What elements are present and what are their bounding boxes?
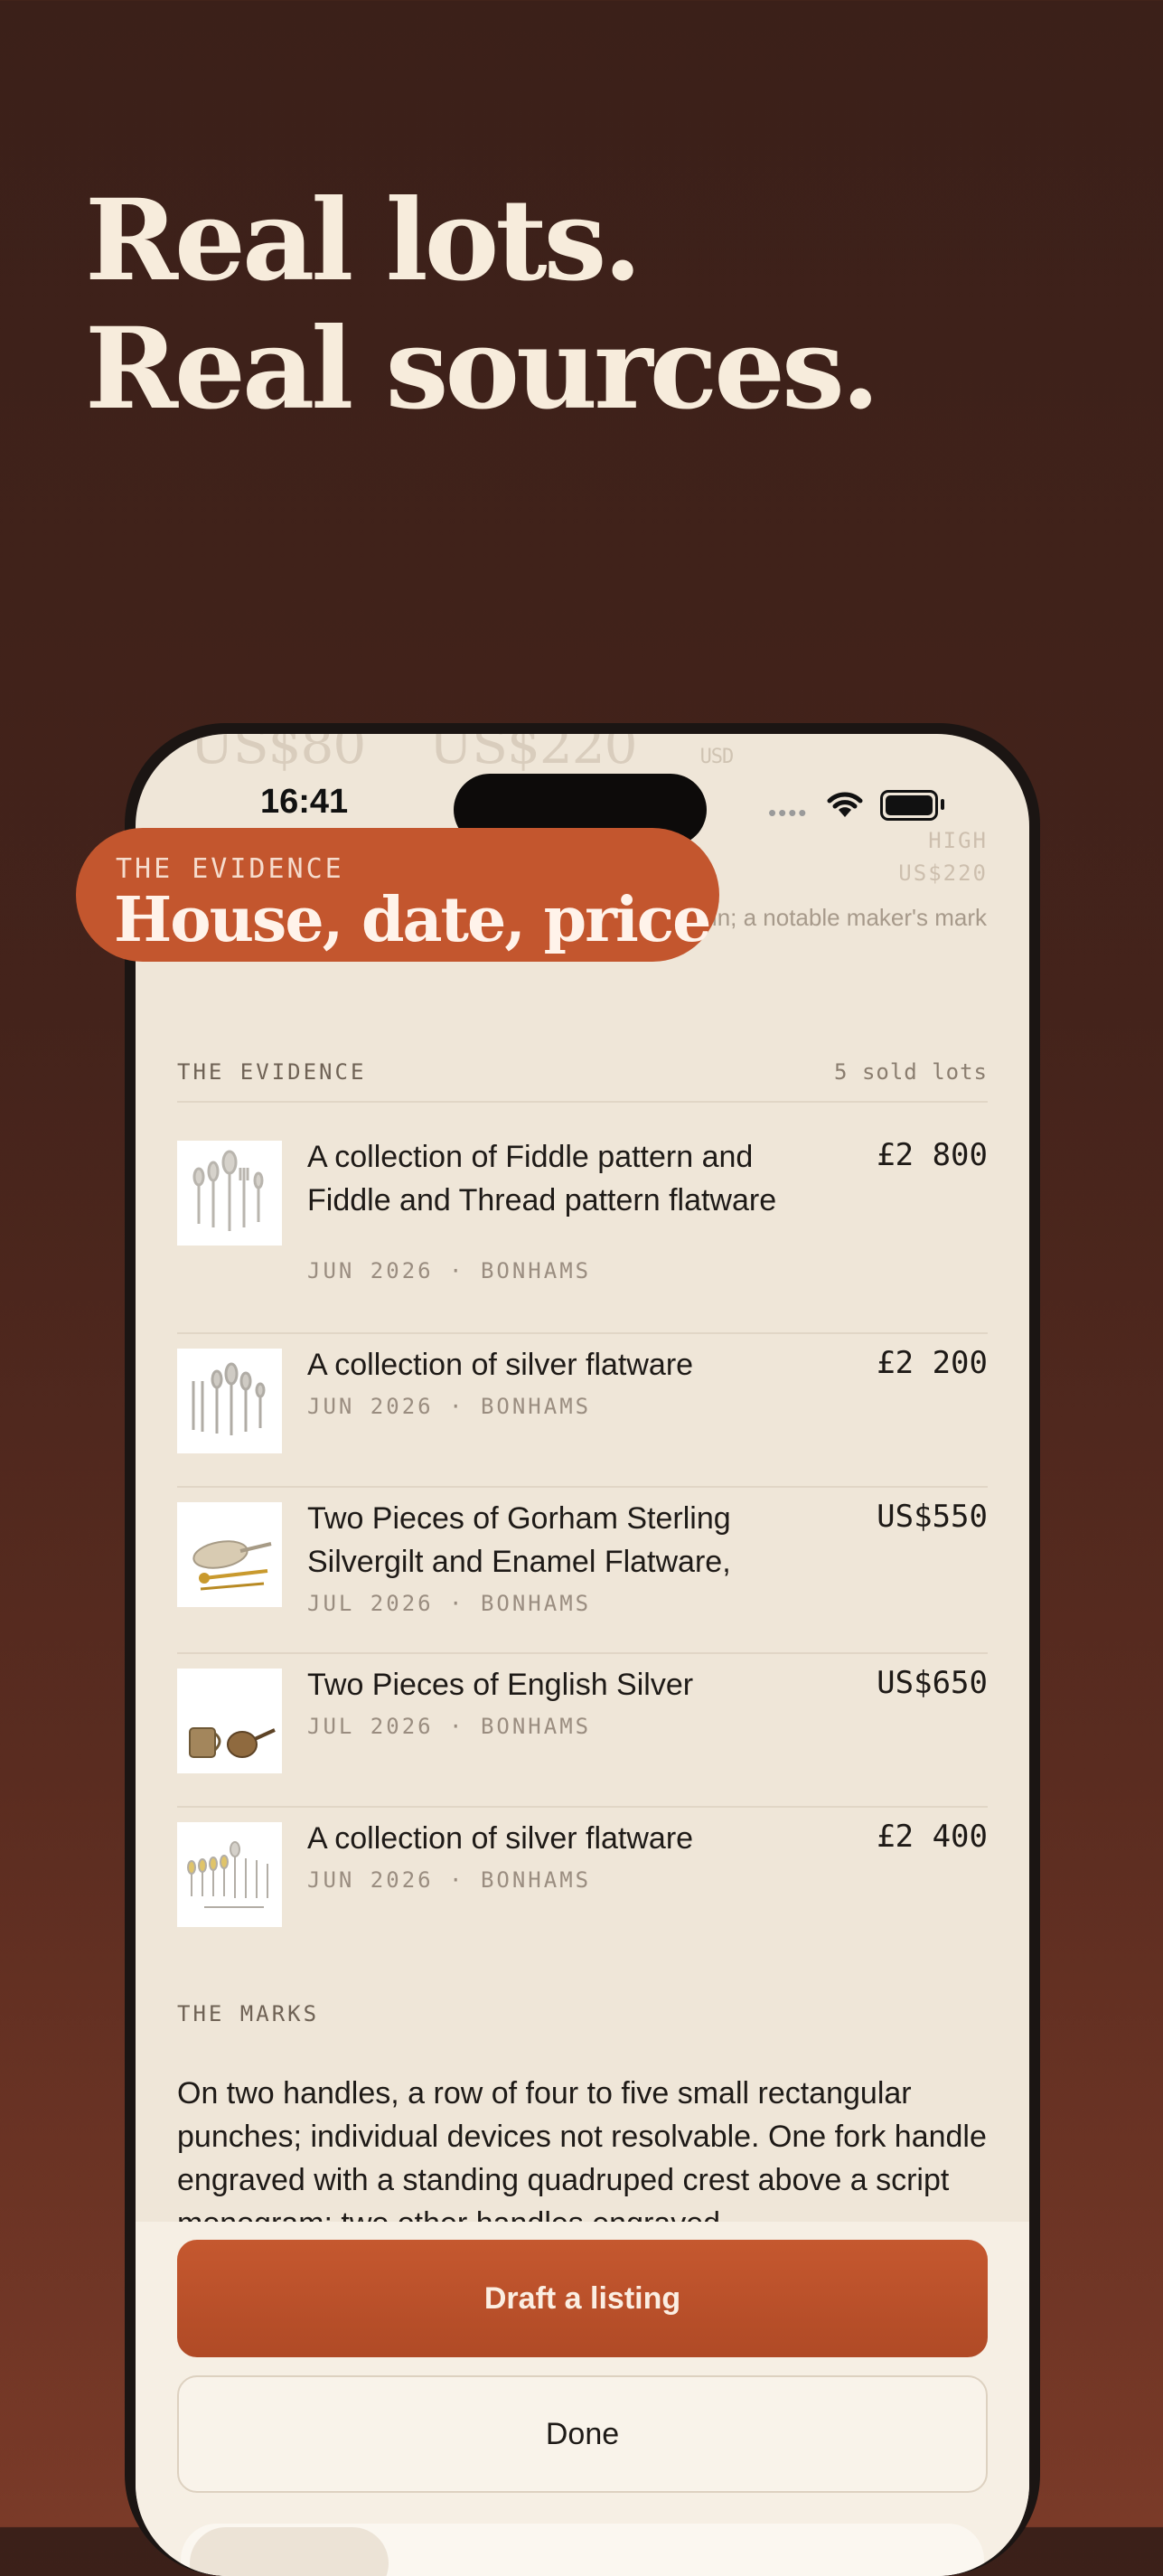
lot-price: US$650 bbox=[877, 1665, 988, 1701]
evidence-heading: THE EVIDENCE bbox=[177, 1059, 367, 1085]
lot-meta: JUN 2026 · BONHAMS bbox=[307, 1394, 592, 1419]
lot-row[interactable]: A collection of silver flatware JUN 2026… bbox=[177, 1345, 988, 1475]
estimate-high-block: HIGH US$220 bbox=[898, 824, 988, 889]
tab-bar bbox=[181, 2524, 984, 2576]
estimate-low: US$80 bbox=[190, 734, 366, 776]
cellular-signal-icon: •••• bbox=[768, 799, 809, 826]
divider bbox=[177, 1652, 988, 1654]
evidence-count: 5 sold lots bbox=[834, 1059, 988, 1085]
estimate-high-value: US$220 bbox=[898, 860, 988, 886]
wifi-icon bbox=[827, 792, 863, 817]
marks-description: On two handles, a row of four to five sm… bbox=[177, 2076, 987, 2241]
status-bar: 16:41 •••• bbox=[136, 774, 1029, 846]
marks-heading: THE MARKS bbox=[177, 2001, 320, 2026]
lot-price: £2 400 bbox=[877, 1819, 988, 1855]
phone-screen: US$80US$220USD 16:41 •••• HIGH US$220 …d… bbox=[136, 734, 1029, 2576]
done-button[interactable]: Done bbox=[177, 2375, 988, 2493]
phone-frame: US$80US$220USD 16:41 •••• HIGH US$220 …d… bbox=[125, 723, 1040, 2576]
marks-header: THE MARKS bbox=[177, 2001, 988, 2026]
action-panel: Draft a listing Done bbox=[136, 2222, 1029, 2576]
lot-meta: JUN 2026 · BONHAMS bbox=[307, 1867, 592, 1893]
lot-row[interactable]: A collection of Fiddle pattern and Fiddl… bbox=[177, 1137, 988, 1312]
lot-thumbnail bbox=[177, 1669, 282, 1773]
hero-headline: Real lots. Real sources. bbox=[85, 175, 880, 435]
badge-kicker: THE EVIDENCE bbox=[116, 853, 344, 885]
lot-thumbnail bbox=[177, 1502, 282, 1607]
lot-row[interactable]: A collection of silver flatware JUN 2026… bbox=[177, 1819, 988, 1949]
lot-title: A collection of silver flatware bbox=[307, 1348, 694, 1382]
status-time: 16:41 bbox=[260, 783, 349, 821]
tab-selected[interactable] bbox=[190, 2527, 389, 2576]
divider bbox=[177, 1101, 988, 1103]
lot-title: A collection of silver flatware bbox=[307, 1821, 694, 1856]
divider bbox=[177, 1806, 988, 1808]
divider bbox=[177, 1332, 988, 1334]
headline-line-1: Real lots. bbox=[85, 175, 642, 306]
evidence-callout-badge: THE EVIDENCE House, date, price bbox=[76, 828, 719, 962]
estimate-high-large: US$220 bbox=[428, 734, 637, 776]
lot-meta: JUL 2026 · BONHAMS bbox=[307, 1591, 592, 1616]
lot-thumbnail bbox=[177, 1349, 282, 1453]
divider bbox=[177, 1486, 988, 1488]
lot-price: £2 200 bbox=[877, 1345, 988, 1381]
lot-title: Two Pieces of Gorham Sterling Silvergilt… bbox=[307, 1501, 731, 1579]
lot-price: US$550 bbox=[877, 1499, 988, 1535]
battery-cap bbox=[941, 799, 944, 810]
lot-title: Two Pieces of English Silver bbox=[307, 1668, 694, 1702]
draft-listing-button[interactable]: Draft a listing bbox=[177, 2240, 988, 2357]
lot-price: £2 800 bbox=[877, 1137, 988, 1173]
lot-meta: JUL 2026 · BONHAMS bbox=[307, 1714, 592, 1739]
lot-title: A collection of Fiddle pattern and Fiddl… bbox=[307, 1140, 777, 1217]
lot-row[interactable]: Two Pieces of English Silver JUL 2026 · … bbox=[177, 1665, 988, 1795]
estimate-high-label: HIGH bbox=[928, 828, 988, 853]
lot-thumbnail bbox=[177, 1141, 282, 1246]
lot-thumbnail bbox=[177, 1822, 282, 1927]
lot-row[interactable]: Two Pieces of Gorham Sterling Silvergilt… bbox=[177, 1499, 988, 1647]
lot-meta: JUN 2026 · BONHAMS bbox=[307, 1258, 592, 1283]
estimate-range-ghost: US$80 US$220 USD bbox=[190, 734, 735, 776]
headline-line-2: Real sources. bbox=[85, 304, 880, 435]
battery-icon bbox=[880, 790, 938, 821]
badge-title: House, date, price bbox=[114, 884, 711, 956]
estimate-unit: USD bbox=[699, 746, 735, 768]
evidence-header: THE EVIDENCE 5 sold lots bbox=[177, 1059, 988, 1085]
